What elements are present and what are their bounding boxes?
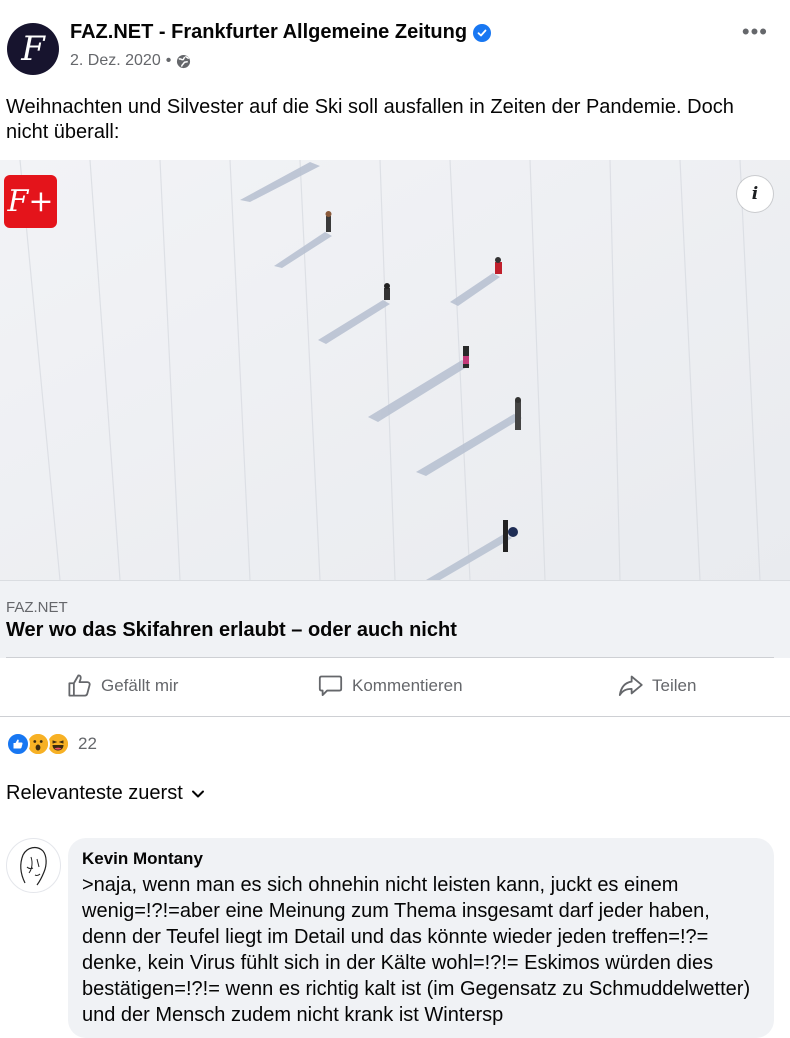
post-date[interactable]: 2. Dez. 2020	[70, 52, 161, 70]
sort-label: Relevanteste zuerst	[6, 782, 183, 804]
info-button[interactable]: i	[737, 176, 773, 212]
comment-button[interactable]: Kommentieren	[317, 672, 463, 699]
share-button[interactable]: Teilen	[617, 672, 696, 699]
ski-slope-photo	[0, 160, 790, 580]
page-avatar[interactable]: F	[7, 23, 59, 75]
thumbs-up-icon	[68, 674, 91, 697]
faz-plus-badge: F+	[4, 175, 57, 228]
link-title: Wer wo das Skifahren erlaubt – oder auch…	[6, 619, 457, 641]
divider	[6, 657, 774, 658]
comment-text: >naja, wenn man es sich ohnehin nicht le…	[82, 874, 751, 1026]
verified-icon	[473, 23, 492, 42]
like-icon	[6, 732, 30, 756]
post-meta: 2. Dez. 2020 •	[70, 52, 191, 70]
globe-icon	[177, 54, 191, 68]
page-name: FAZ.NET - Frankfurter Allgemeine Zeitung	[70, 21, 468, 43]
comment-label: Kommentieren	[352, 675, 463, 695]
meta-separator: •	[165, 52, 172, 69]
chevron-down-icon	[191, 790, 204, 797]
comment-sort-dropdown[interactable]: Relevanteste zuerst	[6, 782, 205, 805]
divider	[0, 716, 790, 717]
action-bar: Gefällt mir Kommentieren Teilen	[0, 660, 790, 715]
comment-icon	[318, 675, 343, 696]
post-header: F FAZ.NET - Frankfurter Allgemeine Zeitu…	[0, 0, 790, 90]
reactions-summary[interactable]: 22	[6, 732, 97, 756]
share-icon	[618, 675, 643, 696]
share-label: Teilen	[652, 675, 697, 695]
like-button[interactable]: Gefällt mir	[66, 672, 178, 699]
link-domain: FAZ.NET	[6, 599, 68, 616]
page-logo-letter: F	[21, 29, 45, 69]
link-preview[interactable]: FAZ.NET Wer wo das Skifahren erlaubt – o…	[0, 580, 790, 658]
comment-author[interactable]: Kevin Montany	[82, 849, 203, 869]
post-image[interactable]	[0, 160, 790, 580]
more-options-button[interactable]: •••	[742, 21, 768, 43]
like-label: Gefällt mir	[101, 675, 179, 695]
comment-avatar[interactable]	[6, 838, 61, 893]
sketch-face-avatar	[20, 846, 47, 886]
comment-bubble: Kevin Montany >naja, wenn man es sich oh…	[68, 838, 774, 1038]
post-text: Weihnachten und Silvester auf die Ski so…	[6, 96, 734, 143]
page-name-link[interactable]: FAZ.NET - Frankfurter Allgemeine Zeitung	[70, 21, 492, 44]
reaction-count: 22	[78, 734, 97, 753]
